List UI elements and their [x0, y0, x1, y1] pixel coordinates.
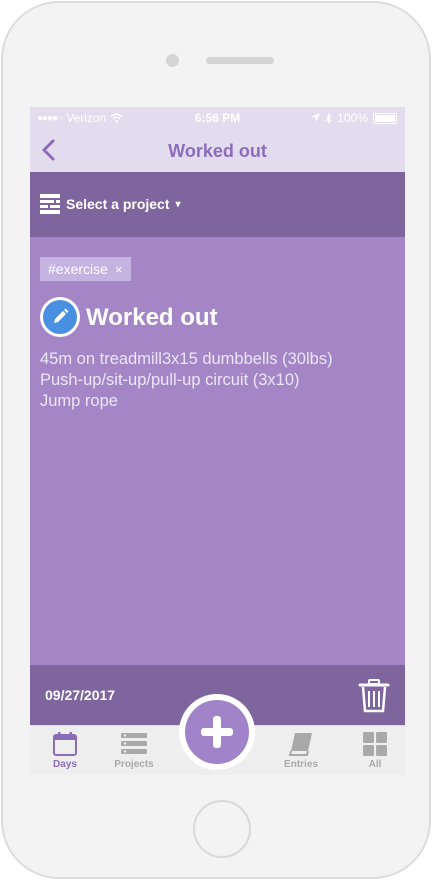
tab-label: All [368, 759, 382, 770]
tab-label: Days [53, 759, 77, 770]
edit-entry-button[interactable] [40, 297, 80, 337]
delete-button[interactable] [358, 679, 390, 713]
battery-icon [373, 112, 397, 124]
bluetooth-icon [325, 112, 333, 124]
tab-entries[interactable]: Entries [266, 726, 336, 775]
select-project-label: Select a project [66, 196, 170, 212]
home-button[interactable] [193, 800, 251, 858]
chevron-down-icon: ▾ [175, 198, 181, 210]
add-entry-button[interactable] [179, 694, 255, 770]
project-list-icon [40, 194, 60, 214]
book-icon [288, 733, 312, 756]
location-icon [311, 113, 321, 122]
project-bar: Select a project ▾ [30, 172, 405, 237]
entry-body[interactable]: 45m on treadmill3x15 dumbbells (30lbs) P… [40, 349, 333, 412]
plus-icon [185, 700, 249, 764]
tag-label: #exercise [48, 261, 108, 277]
earpiece-speaker [206, 57, 274, 64]
battery-percent: 100% [337, 111, 368, 125]
remove-tag-icon[interactable]: × [115, 262, 123, 277]
entry-content: #exercise × Worked out 45m on treadmill3… [30, 237, 405, 665]
pencil-icon [43, 300, 77, 334]
entry-line: Push-up/sit-up/pull-up circuit (3x10) [40, 371, 300, 389]
tab-days[interactable]: Days [30, 726, 100, 775]
entry-line: 45m on treadmill3x15 dumbbells (30lbs) [40, 350, 333, 368]
select-project-button[interactable]: Select a project ▾ [40, 194, 181, 214]
status-bar: ●●●●○ Verizon 6:56 PM 100% [30, 107, 405, 129]
tab-label: Entries [284, 759, 318, 770]
trash-icon [358, 679, 390, 713]
grid-icon [363, 732, 387, 756]
tab-projects[interactable]: Projects [99, 726, 169, 775]
entry-date[interactable]: 09/27/2017 [45, 687, 115, 703]
page-title: Worked out [168, 141, 267, 161]
stack-icon [121, 733, 147, 754]
entry-line: Jump rope [40, 392, 118, 410]
tag-chip[interactable]: #exercise × [40, 257, 131, 281]
tab-label: Projects [114, 759, 154, 770]
entry-title: Worked out [86, 304, 218, 331]
calendar-icon [53, 732, 77, 756]
front-camera [166, 54, 179, 67]
tab-all[interactable]: All [340, 726, 405, 775]
status-right: 100% [311, 111, 397, 125]
nav-bar: Worked out [30, 129, 405, 172]
app-screen: ●●●●○ Verizon 6:56 PM 100% Worked out Se… [30, 107, 405, 775]
